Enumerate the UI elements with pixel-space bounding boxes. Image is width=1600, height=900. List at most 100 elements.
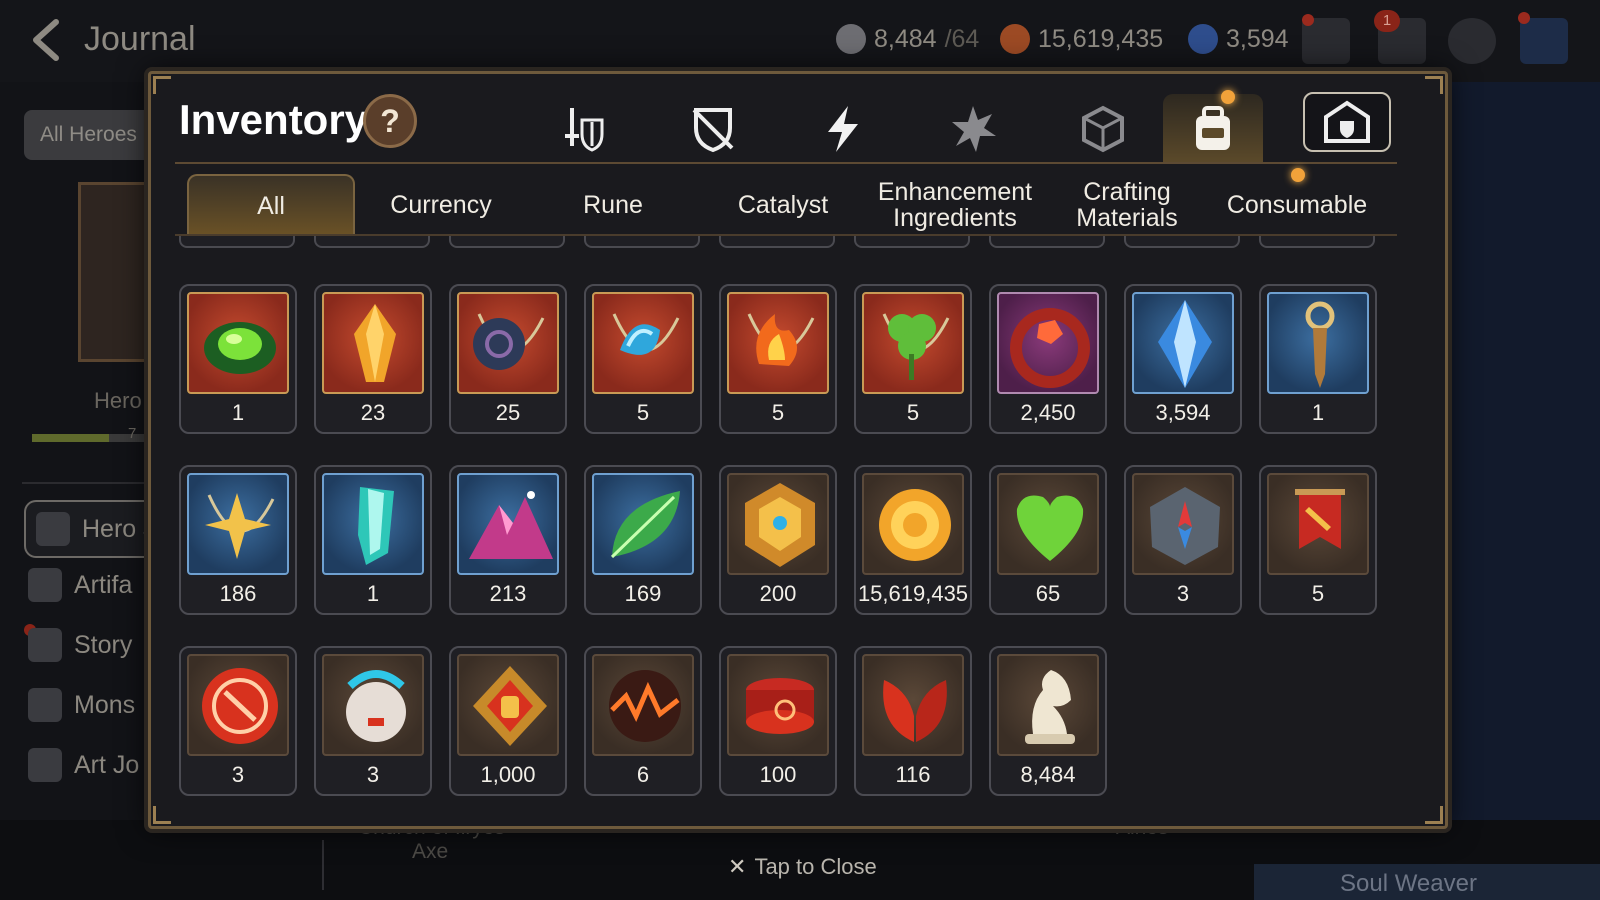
artifact-lightning-tab-icon bbox=[828, 106, 858, 152]
sidebar-item-artifact[interactable]: Artifa bbox=[28, 560, 160, 610]
subtab-enhancement-ingredients[interactable]: Enhancement Ingredients bbox=[871, 174, 1039, 236]
subtab-all[interactable]: All bbox=[187, 174, 355, 236]
partial-item-slot[interactable] bbox=[584, 236, 700, 248]
subtab-label: Enhancement Ingredients bbox=[877, 178, 1033, 232]
tab-broken-gear[interactable] bbox=[663, 94, 763, 164]
subtab-crafting-materials[interactable]: Crafting Materials bbox=[1043, 174, 1211, 236]
partial-item-slot[interactable] bbox=[1124, 236, 1240, 248]
subtab-catalyst[interactable]: Catalyst bbox=[699, 174, 867, 236]
item-count: 6 bbox=[636, 762, 650, 787]
inventory-item-slot[interactable]: 23 bbox=[314, 284, 432, 434]
subtab-consumable[interactable]: Consumable bbox=[1213, 174, 1381, 236]
broken-gear-tab-icon bbox=[692, 108, 734, 153]
partial-item-slot[interactable] bbox=[449, 236, 565, 248]
tab-cubes[interactable] bbox=[1053, 94, 1153, 164]
item-count: 186 bbox=[219, 581, 257, 606]
green-heart-icon bbox=[997, 473, 1099, 575]
chat-icon[interactable] bbox=[1448, 18, 1496, 64]
sidebar-item-label: Story bbox=[74, 630, 133, 659]
monster-icon bbox=[28, 688, 62, 722]
inventory-item-slot[interactable]: 5 bbox=[1259, 465, 1377, 615]
inventory-item-slot[interactable]: 169 bbox=[584, 465, 702, 615]
partial-item-slot[interactable] bbox=[854, 236, 970, 248]
sidebar-item-art-journal[interactable]: Art Jo bbox=[28, 740, 160, 790]
inventory-item-slot[interactable]: 213 bbox=[449, 465, 567, 615]
item-count: 23 bbox=[360, 400, 386, 425]
inventory-item-slot[interactable]: 186 bbox=[179, 465, 297, 615]
tab-skill-materials[interactable] bbox=[923, 94, 1023, 164]
inventory-item-slot[interactable]: 6 bbox=[584, 646, 702, 796]
inventory-item-slot[interactable]: 8,484 bbox=[989, 646, 1107, 796]
partial-item-slot[interactable] bbox=[1259, 236, 1375, 248]
inventory-item-slot[interactable]: 3 bbox=[1124, 465, 1242, 615]
inventory-item-slot[interactable]: 3 bbox=[314, 646, 432, 796]
back-arrow-icon[interactable] bbox=[24, 18, 68, 62]
item-count: 116 bbox=[895, 762, 931, 787]
inventory-item-slot[interactable]: 65 bbox=[989, 465, 1107, 615]
item-count: 1 bbox=[366, 581, 380, 606]
dialog-title: Inventory bbox=[179, 96, 369, 143]
inventory-item-slot[interactable]: 1 bbox=[179, 284, 297, 434]
partial-item-slot[interactable] bbox=[989, 236, 1105, 248]
cube-tab-icon bbox=[1082, 105, 1124, 153]
weapon-label: Axe bbox=[412, 840, 449, 863]
hero-progress-bar bbox=[32, 434, 160, 442]
inventory-item-slot[interactable]: 3 bbox=[179, 646, 297, 796]
menu-grid-icon[interactable] bbox=[1520, 18, 1568, 64]
inventory-item-slot[interactable]: 100 bbox=[719, 646, 837, 796]
mail-badge: 1 bbox=[1374, 10, 1400, 32]
divider bbox=[22, 482, 160, 484]
inventory-item-slot[interactable]: 2,450 bbox=[989, 284, 1107, 434]
sidebar-item-label: Mons bbox=[74, 690, 136, 719]
tab-weapons-armor[interactable] bbox=[533, 94, 633, 164]
subtab-currency[interactable]: Currency bbox=[357, 174, 525, 236]
stamina-value: 8,484 bbox=[874, 24, 937, 53]
inventory-item-slot[interactable]: 25 bbox=[449, 284, 567, 434]
scrolled-row bbox=[179, 236, 1411, 250]
stone-compass-icon bbox=[1132, 473, 1234, 575]
sidebar-item-hero-journal[interactable]: Hero J bbox=[24, 500, 160, 558]
tab-storage[interactable] bbox=[1303, 92, 1391, 152]
partial-item-slot[interactable] bbox=[179, 236, 295, 248]
item-count: 3 bbox=[366, 762, 380, 787]
sidebar-item-monster[interactable]: Mons bbox=[28, 680, 160, 730]
inventory-item-slot[interactable]: 116 bbox=[854, 646, 972, 796]
inventory-item-slot[interactable]: 1 bbox=[314, 465, 432, 615]
tap-to-close-button[interactable]: ✕ Tap to Close bbox=[728, 854, 877, 880]
item-count: 200 bbox=[759, 581, 797, 606]
stamina-max: /64 bbox=[944, 24, 980, 53]
skill-material-tab-icon bbox=[952, 106, 996, 152]
red-band-icon bbox=[727, 654, 829, 756]
subtab-rune[interactable]: Rune bbox=[529, 174, 697, 236]
inventory-item-slot[interactable]: 200 bbox=[719, 465, 837, 615]
help-button[interactable]: ? bbox=[363, 94, 417, 148]
inventory-dialog: Inventory ? All Currency Rune Catalyst E… bbox=[148, 71, 1448, 829]
top-bar bbox=[0, 0, 1600, 82]
inventory-item-slot[interactable]: 5 bbox=[584, 284, 702, 434]
skystone-crystal-icon bbox=[1132, 292, 1234, 394]
all-heroes-filter[interactable]: All Heroes bbox=[24, 110, 160, 160]
item-count: 3 bbox=[231, 762, 245, 787]
gold-coin-icon bbox=[862, 473, 964, 575]
partial-item-slot[interactable] bbox=[719, 236, 835, 248]
inventory-item-slot[interactable]: 3,594 bbox=[1124, 284, 1242, 434]
inventory-item-slot[interactable]: 1 bbox=[1259, 284, 1377, 434]
inventory-item-slot[interactable]: 15,619,435 bbox=[854, 465, 972, 615]
inventory-item-slot[interactable]: 5 bbox=[719, 284, 837, 434]
partial-item-slot[interactable] bbox=[314, 236, 430, 248]
frame-corner bbox=[1425, 806, 1443, 824]
gold-value: 15,619,435 bbox=[1038, 24, 1164, 53]
inventory-item-slot[interactable]: 5 bbox=[854, 284, 972, 434]
tab-consumables[interactable] bbox=[1163, 94, 1263, 164]
red-wings-icon bbox=[862, 654, 964, 756]
red-crescent-ring-icon bbox=[997, 292, 1099, 394]
clover-necklace-icon bbox=[862, 292, 964, 394]
storage-tab-icon bbox=[1324, 100, 1370, 143]
tap-to-close-label: Tap to Close bbox=[754, 854, 877, 879]
sidebar-item-story[interactable]: Story bbox=[28, 620, 160, 670]
item-count: 213 bbox=[489, 581, 527, 606]
sidebar-item-label: Artifa bbox=[74, 570, 133, 599]
item-count: 65 bbox=[1035, 581, 1061, 606]
tab-artifacts[interactable] bbox=[793, 94, 893, 164]
inventory-item-slot[interactable]: 1,000 bbox=[449, 646, 567, 796]
